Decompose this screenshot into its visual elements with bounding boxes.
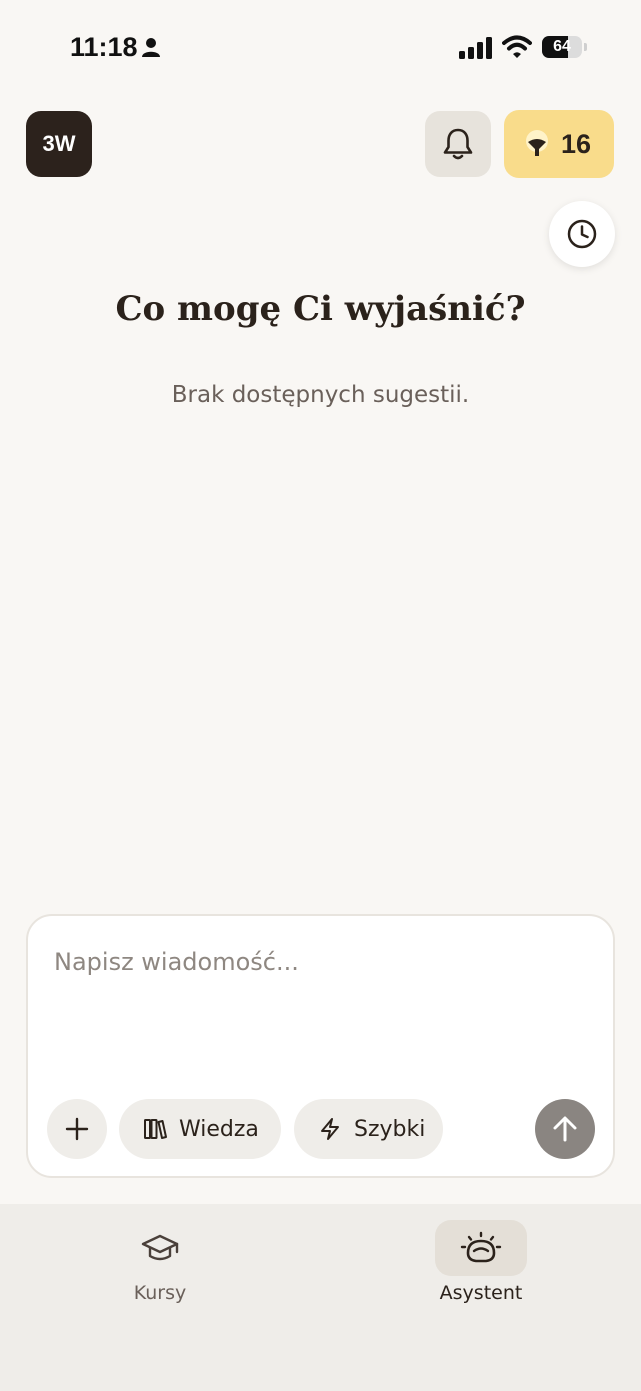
quick-mode-label: Szybki — [354, 1116, 426, 1142]
nav-item-courses[interactable]: Kursy — [80, 1220, 240, 1304]
nav-label-assistant: Asystent — [439, 1282, 523, 1304]
nav-icon-container-active — [435, 1220, 527, 1276]
signal-icon — [459, 37, 492, 59]
empty-suggestions-text: Brak dostępnych sugestii. — [171, 382, 470, 408]
knowledge-label: Wiedza — [179, 1116, 259, 1142]
knowledge-button[interactable]: Wiedza — [119, 1099, 281, 1159]
nav-icon-container — [114, 1220, 206, 1276]
message-composer: Wiedza Szybki — [26, 914, 615, 1178]
bell-icon — [443, 128, 473, 160]
add-attachment-button[interactable] — [47, 1099, 107, 1159]
wifi-icon — [502, 35, 532, 58]
books-icon — [144, 1119, 167, 1139]
plus-icon — [65, 1117, 89, 1141]
notifications-button[interactable] — [425, 111, 491, 177]
battery-nub — [584, 43, 587, 51]
graduation-cap-icon — [141, 1234, 179, 1261]
bulb-points-icon — [526, 130, 548, 156]
arrow-up-icon — [553, 1116, 577, 1142]
send-button[interactable] — [535, 1099, 595, 1159]
clock-icon — [567, 219, 597, 249]
points-count: 16 — [561, 128, 592, 159]
nav-item-assistant[interactable]: Asystent — [401, 1220, 561, 1304]
status-bar: 11:18 64 — [0, 0, 641, 96]
status-time: 11:18 — [70, 32, 138, 62]
battery-indicator: 64 — [542, 36, 582, 58]
nav-label-courses: Kursy — [133, 1282, 187, 1304]
assistant-bulb-icon — [460, 1231, 502, 1263]
bottom-navigation: Kursy Asystent — [0, 1204, 641, 1391]
page-title: Co mogę Ci wyjaśnić? — [115, 289, 526, 329]
app-logo[interactable]: 3W — [26, 111, 92, 177]
lightning-icon — [321, 1118, 339, 1140]
battery-level-text: 64 — [553, 38, 571, 55]
quick-mode-button[interactable]: Szybki — [294, 1099, 443, 1159]
history-button[interactable] — [549, 201, 615, 267]
person-icon — [142, 38, 160, 57]
points-button[interactable]: 16 — [504, 110, 614, 178]
message-input[interactable] — [54, 948, 584, 976]
